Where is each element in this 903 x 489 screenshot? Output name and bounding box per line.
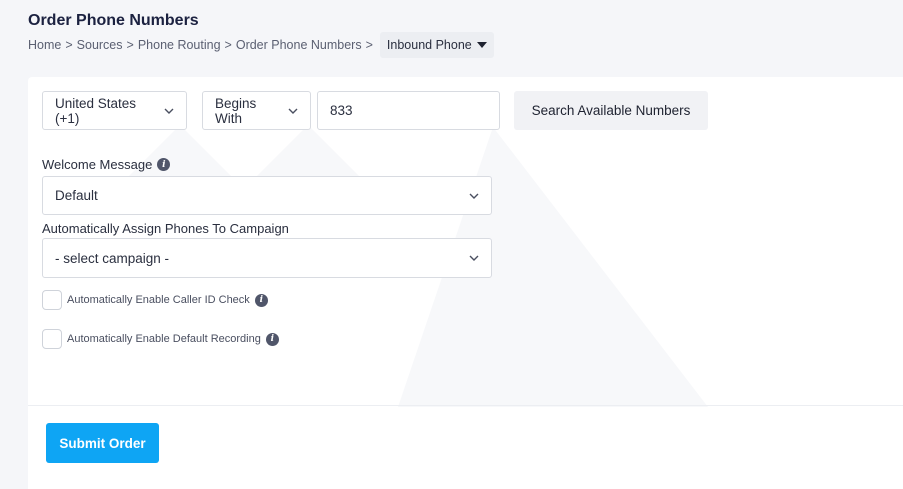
caller-id-check-label: Automatically Enable Caller ID Check bbox=[67, 294, 250, 306]
info-icon[interactable]: i bbox=[265, 332, 279, 346]
default-recording-label: Automatically Enable Default Recording bbox=[67, 333, 261, 345]
chevron-down-icon bbox=[469, 255, 479, 261]
match-mode-value: Begins With bbox=[215, 95, 257, 126]
breadcrumb-order-phone-numbers[interactable]: Order Phone Numbers bbox=[236, 38, 362, 52]
submit-order-button[interactable]: Submit Order bbox=[46, 423, 159, 463]
breadcrumb-separator: > bbox=[365, 38, 373, 52]
chevron-down-icon bbox=[164, 108, 174, 114]
number-pattern-value: 833 bbox=[330, 103, 353, 118]
welcome-message-label-text: Welcome Message bbox=[42, 157, 153, 172]
inbound-phone-dropdown-label: Inbound Phone bbox=[386, 38, 472, 52]
inbound-phone-dropdown[interactable]: Inbound Phone bbox=[379, 32, 494, 58]
footer-divider bbox=[28, 405, 903, 406]
match-mode-select[interactable]: Begins With bbox=[202, 91, 311, 130]
search-available-numbers-button[interactable]: Search Available Numbers bbox=[514, 91, 708, 130]
number-pattern-input[interactable]: 833 bbox=[317, 91, 500, 130]
welcome-message-select[interactable]: Default bbox=[42, 176, 492, 215]
campaign-label-text: Automatically Assign Phones To Campaign bbox=[42, 221, 289, 236]
campaign-label: Automatically Assign Phones To Campaign bbox=[42, 221, 289, 236]
country-select[interactable]: United States (+1) bbox=[42, 91, 187, 130]
caller-id-check-option: Automatically Enable Caller ID Check i bbox=[42, 290, 268, 310]
breadcrumb-home[interactable]: Home bbox=[28, 38, 61, 52]
campaign-select[interactable]: - select campaign - bbox=[42, 238, 492, 278]
breadcrumb-separator: > bbox=[224, 38, 232, 52]
breadcrumb: Home > Sources > Phone Routing > Order P… bbox=[28, 32, 494, 58]
info-icon[interactable]: i bbox=[254, 293, 268, 307]
breadcrumb-sources[interactable]: Sources bbox=[77, 38, 123, 52]
chevron-down-icon bbox=[288, 108, 298, 114]
page-title: Order Phone Numbers bbox=[28, 12, 199, 29]
breadcrumb-phone-routing[interactable]: Phone Routing bbox=[138, 38, 221, 52]
country-select-value: United States (+1) bbox=[55, 95, 137, 126]
order-form-card: United States (+1) Begins With 833 Searc… bbox=[28, 77, 903, 489]
welcome-message-label: Welcome Message i bbox=[42, 157, 171, 172]
info-icon[interactable]: i bbox=[157, 158, 171, 171]
welcome-message-value: Default bbox=[55, 188, 98, 203]
default-recording-checkbox[interactable] bbox=[42, 329, 62, 349]
caret-down-icon bbox=[476, 42, 487, 48]
breadcrumb-separator: > bbox=[126, 38, 134, 52]
caller-id-check-checkbox[interactable] bbox=[42, 290, 62, 310]
chevron-down-icon bbox=[469, 193, 479, 199]
default-recording-option: Automatically Enable Default Recording i bbox=[42, 329, 279, 349]
breadcrumb-separator: > bbox=[65, 38, 73, 52]
campaign-select-value: - select campaign - bbox=[55, 250, 170, 266]
